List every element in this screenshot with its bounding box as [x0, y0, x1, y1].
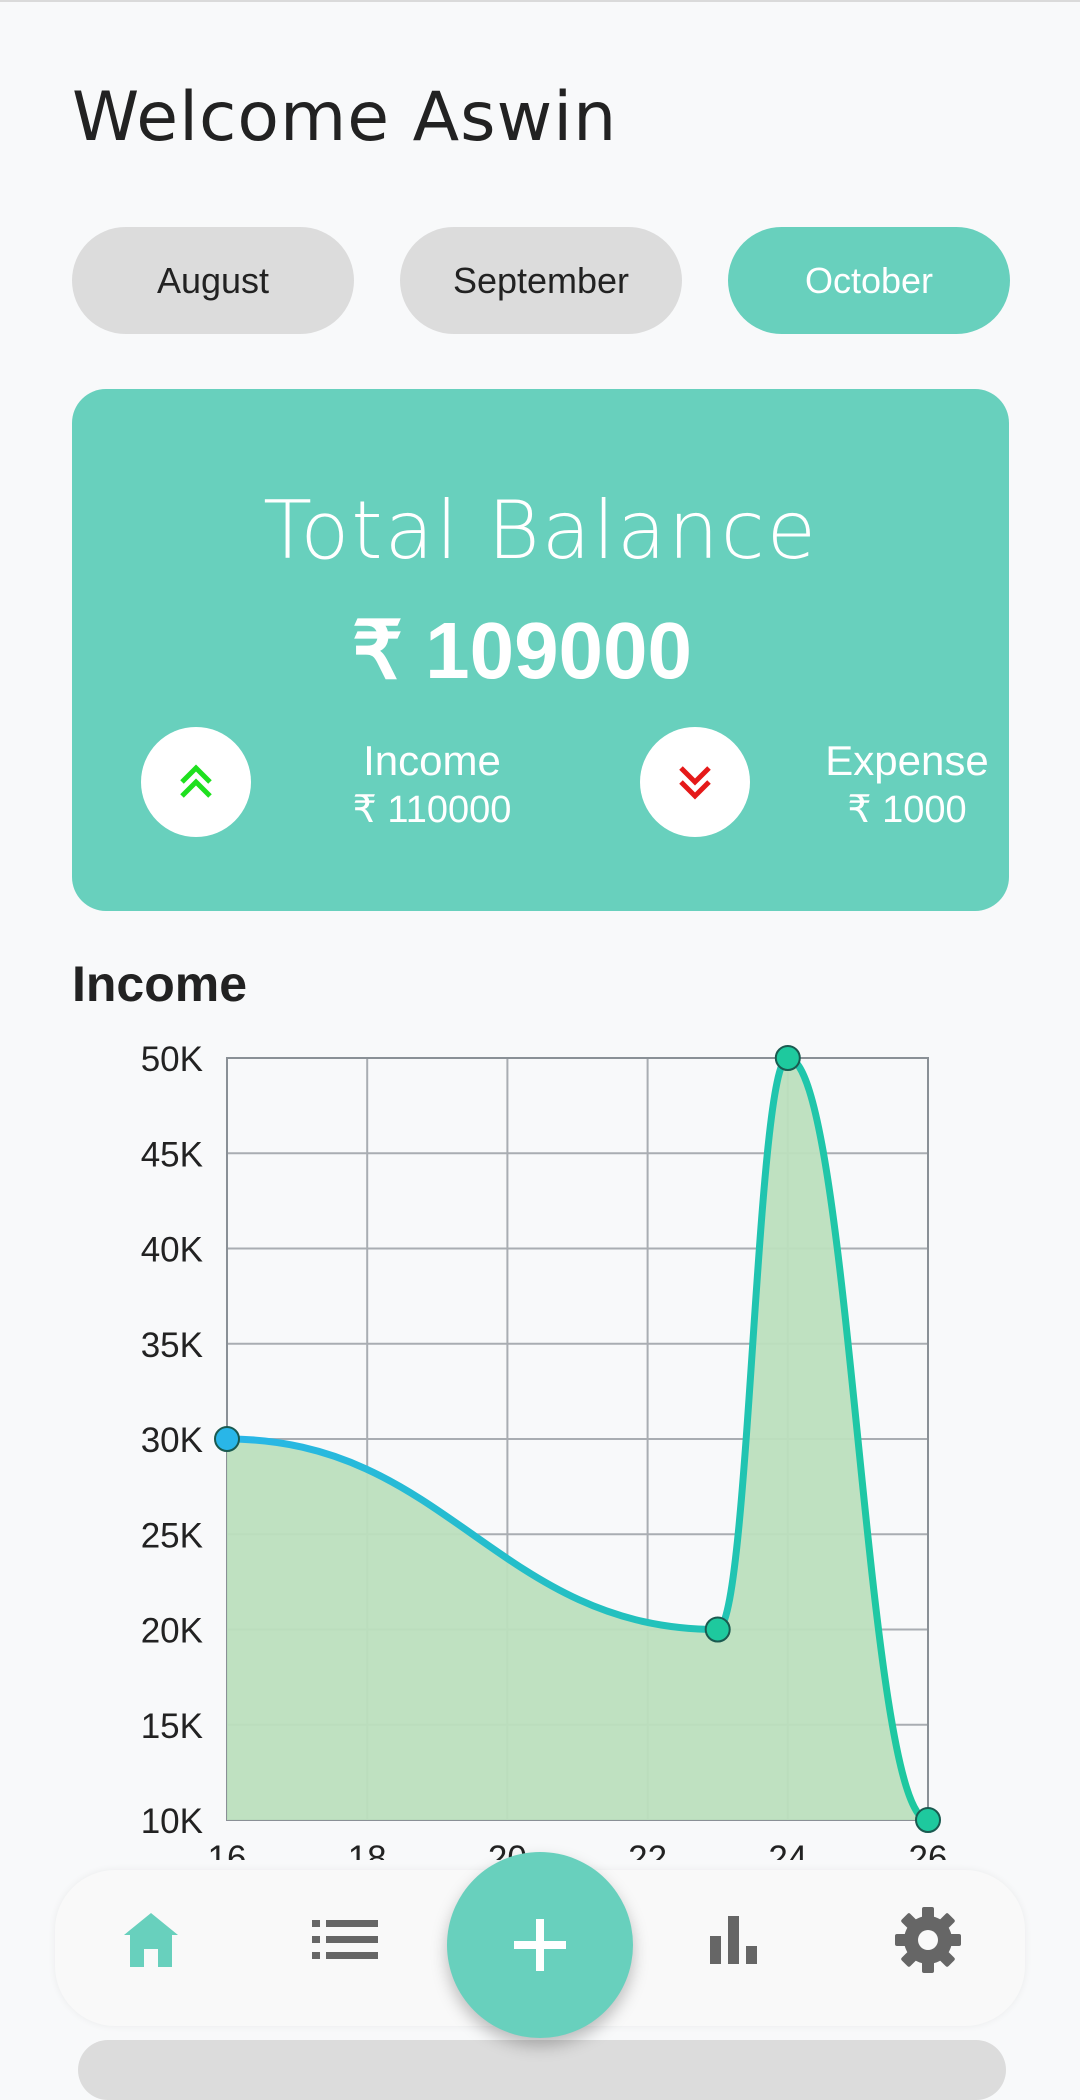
y-tick-label: 40K — [141, 1231, 203, 1270]
top-divider — [0, 0, 1080, 2]
expense-icon-circle — [640, 727, 750, 837]
x-tick-label: 26 — [909, 1839, 948, 1870]
expense-value: ₹ 1000 — [847, 789, 967, 831]
add-transaction-button[interactable] — [447, 1852, 633, 2038]
balance-card: Total Balance ₹ 109000 Income ₹ 110000 E… — [72, 389, 1009, 911]
income-icon-circle — [141, 727, 251, 837]
income-section-title: Income — [72, 956, 248, 1012]
list-icon[interactable] — [305, 1900, 385, 1980]
y-tick-label: 35K — [141, 1326, 203, 1365]
bar-chart-icon-graphic — [710, 1916, 757, 1964]
y-tick-label: 45K — [141, 1135, 203, 1174]
gear-icon — [895, 1907, 961, 1973]
x-tick-label: 18 — [348, 1839, 387, 1870]
income-data-point — [915, 1807, 941, 1833]
home-icon[interactable] — [111, 1900, 191, 1980]
expense-label: Expense — [825, 737, 989, 784]
page-title: Welcome Aswin — [72, 78, 618, 157]
income-data-point — [704, 1616, 731, 1643]
y-tick-label: 25K — [141, 1516, 203, 1555]
x-tick-label: 22 — [628, 1839, 667, 1870]
add-icon — [514, 1919, 566, 1971]
y-tick-label: 50K — [141, 1040, 203, 1079]
x-tick-label: 24 — [768, 1839, 807, 1870]
double-chevron-up-icon — [180, 764, 212, 798]
list-icon-graphic — [312, 1920, 378, 1959]
month-tab-august[interactable]: August — [72, 227, 354, 334]
balance-amount: ₹ 109000 — [351, 606, 693, 695]
y-tick-label: 10K — [141, 1802, 203, 1841]
balance-title: Total Balance — [263, 484, 818, 577]
y-tick-label: 30K — [141, 1421, 203, 1460]
month-tab-september[interactable]: September — [400, 227, 682, 334]
bar-chart-icon[interactable] — [694, 1900, 774, 1980]
bottom-sheet-peek — [78, 2040, 1006, 2100]
income-value: ₹ 110000 — [352, 789, 512, 831]
income-data-point — [214, 1426, 240, 1452]
y-tick-label: 20K — [141, 1612, 203, 1651]
income-data-point — [774, 1045, 801, 1071]
income-label: Income — [363, 737, 501, 784]
y-tick-label: 15K — [141, 1707, 203, 1746]
home-icon-graphic — [124, 1913, 178, 1967]
income-chart: 10K15K20K25K30K35K40K45K50K16 18 20 22 24 26 — [141, 1040, 948, 1870]
settings-icon[interactable] — [888, 1900, 968, 1980]
x-tick-label: 16 — [208, 1839, 247, 1870]
month-tab-october[interactable]: October — [728, 227, 1010, 334]
double-chevron-down-icon — [679, 766, 711, 800]
